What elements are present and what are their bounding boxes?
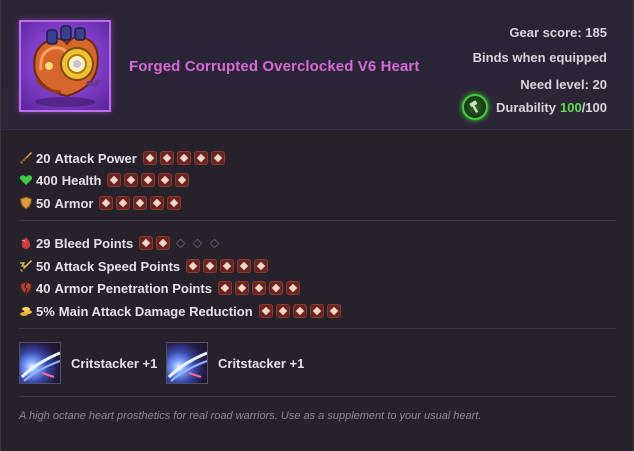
gem-filled (175, 173, 190, 187)
tooltip-header: Forged Corrupted Overclocked V6 Heart Ge… (1, 0, 633, 130)
stat-name: Main Attack Damage Reduction (58, 303, 253, 319)
gem-filled (156, 236, 171, 250)
sword-icon (20, 152, 32, 164)
stat-value: 50 (36, 258, 51, 274)
binds-info: Binds when equipped (472, 50, 607, 65)
item-description: A high octane heart prosthetics for real… (19, 410, 482, 422)
broken-shield-icon (19, 281, 33, 295)
stat-gems (217, 281, 303, 295)
repair-hammer-icon (462, 94, 489, 120)
stat-gems (99, 196, 184, 210)
gem-filled (158, 173, 173, 187)
gem-filled (124, 173, 139, 187)
stat-gems (142, 151, 228, 165)
critstacker-icon[interactable] (166, 342, 208, 384)
gem-empty (190, 236, 204, 250)
gem-filled (258, 304, 273, 318)
gem-filled (186, 259, 201, 273)
stat-value: 20 (36, 150, 51, 166)
durability-current: 100 (559, 99, 582, 115)
divider (19, 328, 616, 329)
gem-filled (203, 259, 218, 273)
durability-max: /100 (581, 99, 607, 115)
gem-filled (159, 151, 174, 165)
critstacker-icon[interactable] (19, 342, 61, 384)
gem-empty (207, 236, 221, 250)
stat-gems (139, 236, 224, 250)
perk-label: Critstacker +1 (71, 356, 158, 371)
stat-name: Attack Speed Points (54, 258, 181, 274)
durability: Durability 100/100 (462, 93, 607, 121)
stat-attack-power: 20 Attack Power (19, 149, 228, 167)
gem-filled (150, 196, 165, 210)
gem-filled (141, 173, 156, 187)
stat-value: 50 (36, 195, 51, 211)
gem-filled (217, 281, 232, 295)
gem-filled (142, 151, 157, 165)
stat-gems (186, 259, 271, 273)
item-name: Forged Corrupted Overclocked V6 Heart (129, 58, 420, 75)
gem-empty (173, 236, 187, 250)
gem-filled (285, 281, 300, 295)
gem-filled (326, 304, 341, 318)
gem-filled (234, 281, 249, 295)
stat-value: 40 (36, 280, 51, 296)
stat-armor: 50 Armor (19, 194, 184, 212)
stat-name: Health (61, 172, 102, 188)
stat-attack-speed-points: 50 Attack Speed Points (19, 257, 271, 275)
gem-filled (107, 173, 122, 187)
durability-label: Durability (496, 99, 556, 115)
gem-filled (251, 281, 266, 295)
stat-name: Armor Penetration Points (54, 280, 212, 296)
stat-name: Attack Power (54, 150, 137, 166)
gem-filled (139, 236, 154, 250)
stat-name: Bleed Points (54, 235, 134, 251)
gem-filled (254, 259, 269, 273)
gem-filled (116, 196, 131, 210)
gem-filled (133, 196, 148, 210)
item-tooltip: Forged Corrupted Overclocked V6 Heart Ge… (0, 0, 634, 451)
heart-icon (19, 175, 33, 185)
gem-filled (237, 259, 252, 273)
shield-icon (19, 196, 33, 210)
stat-bleed-points: 29 Bleed Points (19, 234, 224, 252)
stat-value: 5% (36, 303, 55, 319)
gem-filled (210, 151, 225, 165)
divider (19, 220, 616, 221)
stat-main-attack-damage-reduction: 5% Main Attack Damage Reduction (19, 302, 344, 320)
gem-filled (309, 304, 324, 318)
lightning-sword-icon (20, 260, 32, 272)
perk-label: Critstacker +1 (218, 356, 305, 371)
gem-filled (193, 151, 208, 165)
mechanical-heart-icon (19, 20, 111, 112)
stat-value: 400 (36, 172, 58, 188)
gem-filled (167, 196, 182, 210)
gear-score: Gear score: 185 (509, 25, 607, 40)
divider (19, 396, 616, 397)
stat-value: 29 (36, 235, 51, 251)
stat-name: Armor (54, 195, 94, 211)
blood-drop-icon (21, 237, 31, 249)
gem-filled (268, 281, 283, 295)
stat-gems (258, 304, 344, 318)
gold-coins-icon (20, 307, 32, 316)
gem-filled (99, 196, 114, 210)
stat-health: 400 Health (19, 171, 192, 189)
gem-filled (275, 304, 290, 318)
stat-gems (107, 173, 192, 187)
need-level: Need level: 20 (520, 77, 607, 92)
gem-filled (176, 151, 191, 165)
gem-filled (292, 304, 307, 318)
stat-armor-penetration-points: 40 Armor Penetration Points (19, 279, 303, 297)
gem-filled (220, 259, 235, 273)
